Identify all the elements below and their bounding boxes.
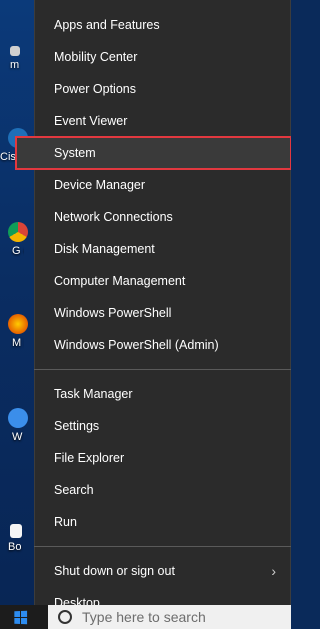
menu-item-file-explorer[interactable]: File Explorer xyxy=(35,442,290,474)
menu-item-device-manager[interactable]: Device Manager xyxy=(35,169,290,201)
desktop-icon-chrome[interactable]: G C xyxy=(0,222,28,258)
menu-item-event-viewer[interactable]: Event Viewer xyxy=(35,105,290,137)
firefox-icon xyxy=(8,314,28,334)
desktop-icon-label: G C xyxy=(12,245,24,257)
search-icon xyxy=(58,610,72,624)
start-button[interactable] xyxy=(0,605,40,629)
desktop: m Cisc G C M F W Pro Bo Apps and Feature… xyxy=(0,0,291,629)
menu-separator xyxy=(34,546,291,547)
menu-item-windows-powershell[interactable]: Windows PowerShell xyxy=(35,297,290,329)
menu-separator xyxy=(34,369,291,370)
desktop-icon-label: M F xyxy=(12,337,24,349)
menu-item-mobility-center[interactable]: Mobility Center xyxy=(35,41,290,73)
menu-item-network-connections[interactable]: Network Connections xyxy=(35,201,290,233)
search-placeholder: Type here to search xyxy=(82,609,206,625)
desktop-icon-powershell[interactable]: W Pro xyxy=(0,408,28,444)
menu-item-label: Shut down or sign out xyxy=(54,564,175,578)
menu-item-computer-management[interactable]: Computer Management xyxy=(35,265,290,297)
chevron-right-icon: › xyxy=(271,563,276,579)
menu-item-apps-and-features[interactable]: Apps and Features xyxy=(35,9,290,41)
menu-item-windows-powershell-admin[interactable]: Windows PowerShell (Admin) xyxy=(35,329,290,361)
menu-item-run[interactable]: Run xyxy=(35,506,290,538)
menu-item-power-options[interactable]: Power Options xyxy=(35,73,290,105)
menu-item-shut-down-or-sign-out[interactable]: Shut down or sign out › xyxy=(35,555,290,587)
menu-item-search[interactable]: Search xyxy=(35,474,290,506)
menu-item-system[interactable]: System xyxy=(15,136,291,170)
box-icon xyxy=(10,524,22,538)
menu-item-settings[interactable]: Settings xyxy=(35,410,290,442)
winx-menu: Apps and Features Mobility Center Power … xyxy=(15,0,291,611)
desktop-icon-box[interactable]: Bo xyxy=(0,524,24,554)
desktop-icon-recycle[interactable]: m xyxy=(0,46,24,72)
windows-logo-icon xyxy=(13,610,27,624)
desktop-icon-label: m xyxy=(10,59,20,71)
menu-item-disk-management[interactable]: Disk Management xyxy=(35,233,290,265)
desktop-icon-label: W Pro xyxy=(12,431,24,443)
desktop-icon-firefox[interactable]: M F xyxy=(0,314,28,350)
desktop-icon-label: Bo xyxy=(8,541,22,553)
taskbar-search-box[interactable]: Type here to search xyxy=(48,605,291,629)
taskbar: Type here to search xyxy=(0,605,291,629)
menu-item-task-manager[interactable]: Task Manager xyxy=(35,378,290,410)
recycle-bin-icon xyxy=(10,46,20,56)
edge-icon xyxy=(8,408,28,428)
chrome-icon xyxy=(8,222,28,242)
